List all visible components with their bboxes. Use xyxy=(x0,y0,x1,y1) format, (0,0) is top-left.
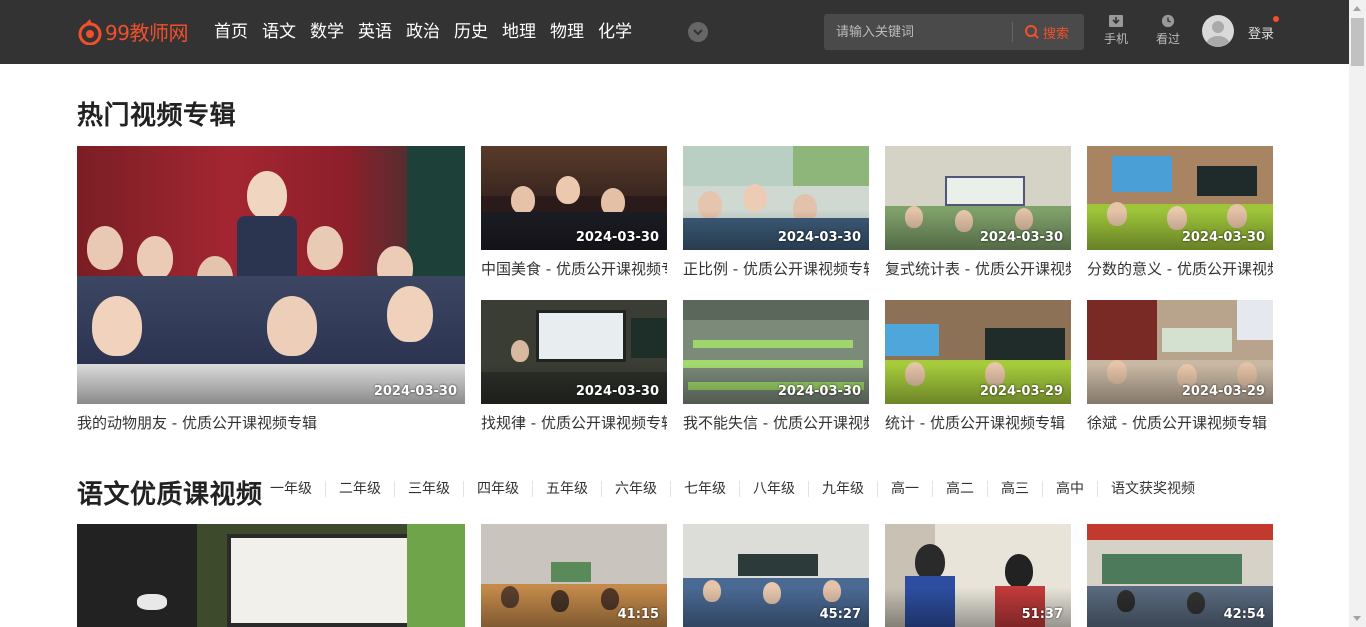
nav-item-history[interactable]: 历史 xyxy=(454,20,488,44)
video-date: 2024-03-30 xyxy=(777,384,861,399)
video-title[interactable]: 找规律 - 优质公开课视频专辑 xyxy=(481,412,667,433)
video-thumbnail[interactable]: 2024-03-30 xyxy=(77,146,465,404)
notification-dot xyxy=(1273,16,1279,22)
grade-link[interactable]: 九年级 xyxy=(809,481,878,497)
grade-link[interactable]: 高三 xyxy=(988,481,1043,497)
grade-link[interactable]: 八年级 xyxy=(740,481,809,497)
video-thumbnail[interactable]: 2024-03-30 xyxy=(481,146,667,250)
video-date: 2024-03-29 xyxy=(1181,384,1265,399)
tool-phone-label: 手机 xyxy=(1103,32,1128,46)
grade-link[interactable]: 五年级 xyxy=(533,481,602,497)
search-icon xyxy=(1025,25,1039,39)
grade-link[interactable]: 高一 xyxy=(878,481,933,497)
scroll-thumb[interactable] xyxy=(1351,18,1364,66)
grade-link[interactable]: 三年级 xyxy=(395,481,464,497)
video-thumbnail[interactable] xyxy=(77,524,465,627)
video-duration: 42:54 xyxy=(1223,607,1265,622)
video-duration: 51:37 xyxy=(1021,607,1063,622)
nav-item-home[interactable]: 首页 xyxy=(214,20,248,44)
grade-link[interactable]: 七年级 xyxy=(671,481,740,497)
tool-phone[interactable]: 手机 xyxy=(1101,14,1131,47)
video-title[interactable]: 徐斌 - 优质公开课视频专辑 xyxy=(1087,412,1273,433)
scroll-up-arrow-icon[interactable] xyxy=(1353,6,1361,11)
grade-link[interactable]: 六年级 xyxy=(602,481,671,497)
video-title[interactable]: 复式统计表 - 优质公开课视频专辑 xyxy=(885,258,1071,279)
tool-history-label: 看过 xyxy=(1155,32,1180,46)
grade-link[interactable]: 高二 xyxy=(933,481,988,497)
video-thumbnail[interactable]: 2024-03-30 xyxy=(683,300,869,404)
video-duration: 41:15 xyxy=(617,607,659,622)
nav-item-chemistry[interactable]: 化学 xyxy=(598,20,632,44)
video-title[interactable]: 正比例 - 优质公开课视频专辑 xyxy=(683,258,869,279)
video-thumbnail[interactable]: 2024-03-30 xyxy=(481,300,667,404)
video-thumbnail[interactable]: 2024-03-30 xyxy=(885,146,1071,250)
search-divider xyxy=(1012,22,1013,42)
main-nav: 首页 语文 数学 英语 政治 历史 地理 物理 化学 xyxy=(214,20,646,44)
history-clock-icon xyxy=(1161,14,1175,28)
logo-text: 99教师网 xyxy=(105,21,188,45)
nav-more-chevron-icon[interactable] xyxy=(688,22,708,42)
video-date: 2024-03-29 xyxy=(979,384,1063,399)
nav-item-geography[interactable]: 地理 xyxy=(502,20,536,44)
video-title[interactable]: 分数的意义 - 优质公开课视频专辑 xyxy=(1087,258,1273,279)
video-title[interactable]: 中国美食 - 优质公开课视频专辑 xyxy=(481,258,667,279)
video-title[interactable]: 统计 - 优质公开课视频专辑 xyxy=(885,412,1071,433)
video-thumbnail[interactable]: 2024-03-29 xyxy=(885,300,1071,404)
tool-history[interactable]: 看过 xyxy=(1153,14,1183,47)
grade-link[interactable]: 语文获奖视频 xyxy=(1098,481,1208,497)
search-input[interactable] xyxy=(824,14,1012,50)
phone-download-icon xyxy=(1109,15,1123,27)
grade-filter: 一年级 二年级 三年级 四年级 五年级 六年级 七年级 八年级 九年级 高一 高… xyxy=(270,481,1208,497)
nav-item-politics[interactable]: 政治 xyxy=(406,20,440,44)
section-title-hot: 热门视频专辑 xyxy=(77,101,237,131)
nav-item-english[interactable]: 英语 xyxy=(358,20,392,44)
video-date: 2024-03-30 xyxy=(777,230,861,245)
video-thumbnail[interactable]: 2024-03-29 xyxy=(1087,300,1273,404)
avatar[interactable] xyxy=(1202,15,1234,47)
nav-item-physics[interactable]: 物理 xyxy=(550,20,584,44)
search-button[interactable]: 搜索 xyxy=(1024,14,1069,50)
logo-icon xyxy=(78,18,102,45)
video-thumbnail[interactable]: 2024-03-30 xyxy=(1087,146,1273,250)
video-date: 2024-03-30 xyxy=(1181,230,1265,245)
scroll-down-arrow-icon[interactable] xyxy=(1353,616,1361,621)
grade-link[interactable]: 一年级 xyxy=(270,481,326,497)
video-thumbnail[interactable]: 2024-03-30 xyxy=(683,146,869,250)
video-title[interactable]: 我的动物朋友 - 优质公开课视频专辑 xyxy=(77,412,465,433)
grade-link[interactable]: 四年级 xyxy=(464,481,533,497)
nav-item-chinese[interactable]: 语文 xyxy=(262,20,296,44)
grade-link[interactable]: 二年级 xyxy=(326,481,395,497)
video-date: 2024-03-30 xyxy=(979,230,1063,245)
site-logo[interactable]: 99教师网 xyxy=(78,17,188,46)
video-date: 2024-03-30 xyxy=(575,384,659,399)
video-duration: 45:27 xyxy=(819,607,861,622)
top-header: 99教师网 首页 语文 数学 英语 政治 历史 地理 物理 化学 搜索 手机 看… xyxy=(0,0,1366,64)
video-date: 2024-03-30 xyxy=(575,230,659,245)
grade-link[interactable]: 高中 xyxy=(1043,481,1098,497)
page-scrollbar[interactable] xyxy=(1349,0,1366,627)
search-box: 搜索 xyxy=(824,14,1084,50)
section-title-chinese: 语文优质课视频 xyxy=(77,480,263,510)
nav-item-math[interactable]: 数学 xyxy=(310,20,344,44)
video-thumbnail[interactable]: 45:27 xyxy=(683,524,869,627)
search-button-label: 搜索 xyxy=(1043,26,1070,42)
video-title[interactable]: 我不能失信 - 优质公开课视频专辑 xyxy=(683,412,869,433)
video-thumbnail[interactable]: 41:15 xyxy=(481,524,667,627)
video-thumbnail[interactable]: 42:54 xyxy=(1087,524,1273,627)
video-date: 2024-03-30 xyxy=(373,384,457,399)
login-link[interactable]: 登录 xyxy=(1248,23,1274,42)
video-thumbnail[interactable]: 51:37 xyxy=(885,524,1071,627)
